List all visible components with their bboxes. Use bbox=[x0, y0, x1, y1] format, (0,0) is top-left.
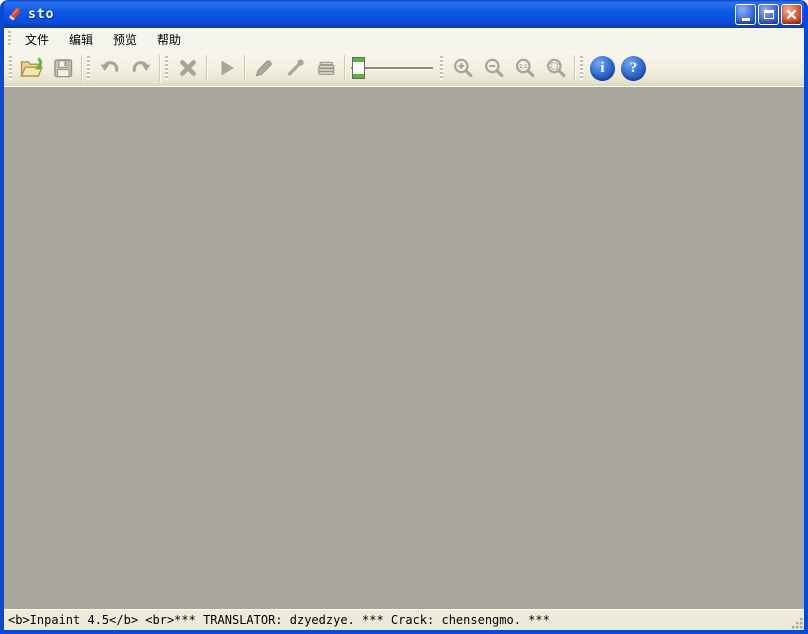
window-controls bbox=[735, 4, 802, 25]
maximize-icon bbox=[764, 10, 774, 19]
statusbar: <b>Inpaint 4.5</b> <br>*** TRANSLATOR: d… bbox=[4, 609, 804, 630]
zoom-in-icon bbox=[451, 56, 475, 80]
image-canvas[interactable] bbox=[4, 87, 804, 609]
menubar: 文件 编辑 预览 帮助 bbox=[4, 28, 804, 50]
app-window: sto 文件 编辑 预览 帮助 bbox=[0, 0, 808, 634]
toolbar-gripper[interactable] bbox=[580, 56, 583, 80]
run-button[interactable] bbox=[210, 53, 241, 84]
delete-button[interactable] bbox=[172, 53, 203, 84]
zoom-out-icon bbox=[482, 56, 506, 80]
status-text: <b>Inpaint 4.5</b> <br>*** TRANSLATOR: d… bbox=[8, 613, 550, 627]
zoom-slider[interactable] bbox=[350, 53, 436, 84]
undo-icon bbox=[98, 56, 122, 80]
toolbar-separator bbox=[244, 55, 245, 82]
line-tool-icon bbox=[283, 56, 307, 80]
pencil-icon bbox=[252, 56, 276, 80]
window-title: sto bbox=[28, 7, 735, 22]
menubar-gripper[interactable] bbox=[8, 31, 11, 47]
delete-icon bbox=[176, 56, 200, 80]
zoom-slider-thumb[interactable] bbox=[352, 57, 365, 79]
maximize-button[interactable] bbox=[758, 4, 779, 25]
menu-help[interactable]: 帮助 bbox=[147, 28, 191, 51]
zoom-out-button[interactable] bbox=[478, 53, 509, 84]
help-icon: ? bbox=[621, 56, 646, 81]
pencil-button[interactable] bbox=[248, 53, 279, 84]
run-icon bbox=[214, 56, 238, 80]
menu-edit[interactable]: 编辑 bbox=[59, 28, 103, 51]
toolbar-separator bbox=[81, 55, 82, 82]
open-button[interactable] bbox=[16, 53, 47, 84]
toolbar-separator bbox=[206, 55, 207, 82]
layers-icon bbox=[314, 56, 338, 80]
menu-preview[interactable]: 预览 bbox=[103, 28, 147, 51]
redo-icon bbox=[129, 56, 153, 80]
resize-grip-icon[interactable] bbox=[790, 616, 804, 630]
info-button[interactable]: i bbox=[587, 53, 618, 84]
zoom-fit-icon bbox=[544, 56, 568, 80]
close-button[interactable] bbox=[781, 4, 802, 25]
save-button[interactable] bbox=[47, 53, 78, 84]
zoom-fit-button[interactable] bbox=[540, 53, 571, 84]
help-button[interactable]: ? bbox=[618, 53, 649, 84]
undo-button[interactable] bbox=[94, 53, 125, 84]
toolbar-gripper[interactable] bbox=[87, 56, 90, 80]
titlebar[interactable]: sto bbox=[0, 0, 808, 28]
toolbar-separator bbox=[344, 55, 345, 82]
zoom-actual-button[interactable]: 1:1 bbox=[509, 53, 540, 84]
minimize-button[interactable] bbox=[735, 4, 756, 25]
zoom-in-button[interactable] bbox=[447, 53, 478, 84]
app-logo-icon bbox=[7, 6, 23, 22]
zoom-actual-icon: 1:1 bbox=[513, 56, 537, 80]
menu-file[interactable]: 文件 bbox=[15, 28, 59, 51]
toolbar: 1:1 i ? bbox=[4, 50, 804, 87]
toolbar-gripper[interactable] bbox=[9, 56, 12, 80]
redo-button[interactable] bbox=[125, 53, 156, 84]
svg-text:1:1: 1:1 bbox=[519, 64, 527, 70]
toolbar-separator bbox=[159, 55, 160, 82]
close-icon bbox=[786, 9, 797, 20]
toolbar-gripper[interactable] bbox=[165, 56, 168, 80]
line-tool-button[interactable] bbox=[279, 53, 310, 84]
toolbar-gripper[interactable] bbox=[440, 56, 443, 80]
toolbar-separator bbox=[574, 55, 575, 82]
layers-button[interactable] bbox=[310, 53, 341, 84]
info-icon: i bbox=[590, 56, 615, 81]
folder-open-icon bbox=[19, 56, 45, 80]
minimize-icon bbox=[742, 18, 750, 21]
save-icon bbox=[51, 56, 75, 80]
